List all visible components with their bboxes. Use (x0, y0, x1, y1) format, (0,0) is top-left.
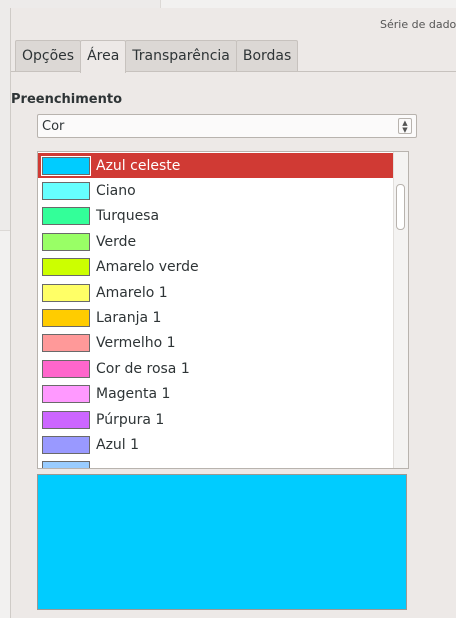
color-preview (37, 474, 407, 610)
fill-type-value: Cor (42, 119, 65, 134)
fill-type-dropdown[interactable]: Cor ▲ ▼ (37, 114, 417, 138)
color-name-label: Ciano (96, 182, 136, 199)
color-list-item[interactable]: Azul celeste (38, 153, 393, 178)
tab-opcoes[interactable]: Opções (15, 40, 82, 71)
color-list-item[interactable]: Cor de rosa 1 (38, 356, 393, 381)
color-list[interactable]: Azul celeste Ciano Turquesa Verde Amarelo ve… (37, 151, 409, 469)
color-swatch (41, 155, 91, 176)
color-swatch (42, 181, 90, 200)
tab-transparencia[interactable]: Transparência (125, 40, 237, 71)
color-name-label: Magenta 1 (96, 386, 171, 403)
window-title: Série de dados (380, 18, 456, 31)
area-tab-panel: Preenchimento Cor ▲ ▼ Azul celeste Ciano Tu… (11, 71, 456, 618)
color-swatch (42, 232, 90, 251)
color-swatch (42, 334, 90, 353)
color-swatch (42, 385, 90, 404)
scrollbar-thumb[interactable] (396, 184, 405, 230)
series-dialog: Série de dados Opções Área Transparência… (10, 8, 456, 618)
color-list-item[interactable]: Azul 1 (38, 432, 393, 457)
color-name-label: Cor de rosa 1 (96, 360, 190, 377)
color-swatch (42, 359, 90, 378)
color-swatch (42, 258, 90, 277)
color-list-scrollbar[interactable] (393, 152, 408, 468)
color-list-item[interactable]: Vermelho 1 (38, 331, 393, 356)
color-name-label: Verde (96, 233, 137, 250)
color-swatch (42, 435, 90, 454)
color-swatch (42, 283, 90, 302)
tab-bar: Opções Área Transparência Bordas (15, 40, 299, 73)
color-list-item[interactable] (38, 458, 393, 468)
color-list-item[interactable]: Amarelo 1 (38, 280, 393, 305)
color-name-label: Turquesa (96, 208, 160, 225)
color-list-item[interactable]: Turquesa (38, 204, 393, 229)
spin-arrows-icon: ▲ ▼ (398, 118, 412, 134)
color-swatch (42, 308, 90, 327)
color-list-item[interactable]: Verde (38, 229, 393, 254)
color-list-item[interactable]: Púrpura 1 (38, 407, 393, 432)
fill-section-label: Preenchimento (11, 92, 123, 107)
color-list-item[interactable]: Amarelo verde (38, 255, 393, 280)
color-name-label: Amarelo 1 (96, 284, 168, 301)
color-swatch (42, 410, 90, 429)
tab-bordas[interactable]: Bordas (235, 40, 299, 71)
color-name-label: Amarelo verde (96, 259, 199, 276)
titlebar: Série de dados (11, 8, 456, 38)
color-name-label: Azul celeste (96, 157, 181, 174)
color-name-label: Vermelho 1 (96, 335, 176, 352)
color-swatch (42, 461, 90, 468)
tab-area[interactable]: Área (80, 40, 127, 73)
color-list-item[interactable]: Laranja 1 (38, 305, 393, 330)
color-list-item[interactable]: Ciano (38, 178, 393, 203)
color-name-label: Púrpura 1 (96, 411, 165, 428)
color-name-label: Laranja 1 (96, 309, 162, 326)
color-name-label: Azul 1 (96, 436, 140, 453)
color-swatch (42, 207, 90, 226)
color-list-item[interactable]: Magenta 1 (38, 382, 393, 407)
